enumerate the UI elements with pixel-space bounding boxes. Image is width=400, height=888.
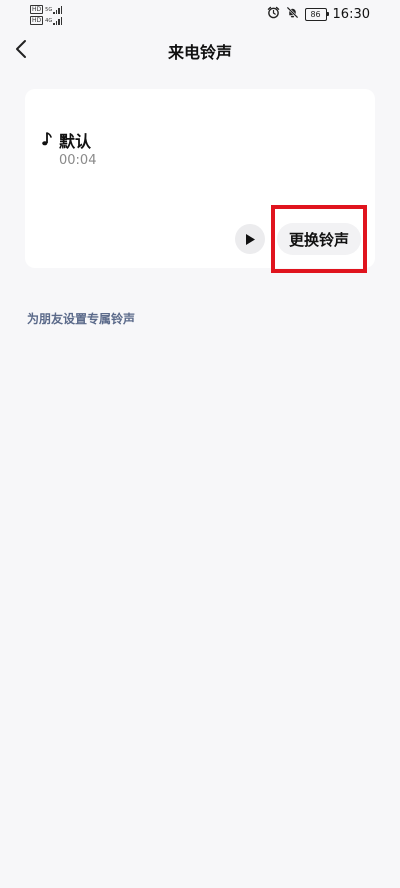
ringtone-card: 默认 00:04 更换铃声 [25, 89, 375, 268]
page-title: 来电铃声 [167, 43, 232, 62]
navigation-bar: 来电铃声 [0, 30, 400, 72]
ringtone-row: 默认 [41, 128, 91, 152]
network-type: 4G [45, 17, 53, 24]
sim2-row: HD 4G [30, 15, 100, 26]
status-right: 86 16:30 [267, 6, 370, 22]
play-icon [246, 233, 255, 245]
clock: 16:30 [332, 6, 370, 22]
signal-icon [53, 16, 63, 25]
hd-badge: HD [30, 16, 44, 25]
play-button[interactable] [235, 224, 265, 254]
set-friend-ringtone-link[interactable]: 为朋友设置专属铃声 [27, 310, 135, 327]
sim1-row: HD 5G [30, 4, 100, 15]
hd-badge: HD [30, 5, 44, 14]
signal-icon [53, 5, 63, 14]
music-note-icon [41, 131, 53, 150]
ringtone-name: 默认 [59, 132, 92, 151]
status-bar: HD 5G HD 4G 86 16:30 [0, 0, 400, 30]
mute-icon [286, 6, 299, 23]
alarm-icon [267, 6, 280, 23]
ringtone-duration: 00:04 [59, 153, 97, 168]
change-ringtone-button[interactable]: 更换铃声 [277, 223, 361, 255]
sim-indicators: HD 5G HD 4G [30, 4, 100, 26]
battery-icon: 86 [304, 7, 329, 21]
network-type: 5G [45, 6, 53, 13]
